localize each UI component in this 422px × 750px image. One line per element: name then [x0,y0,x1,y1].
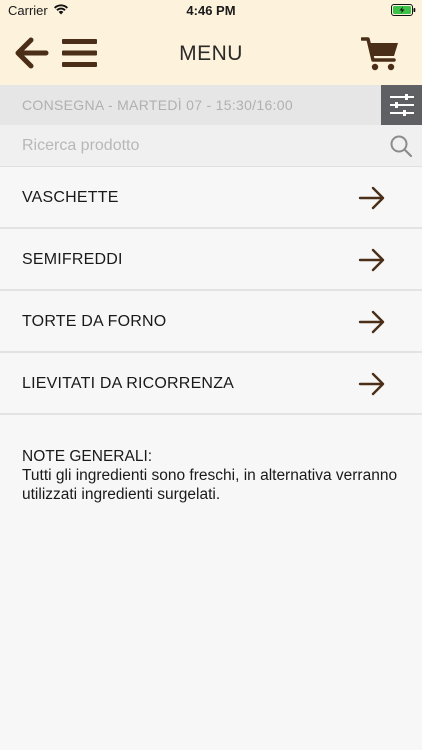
arrow-right-icon [358,372,385,396]
notes-body: Tutti gli ingredienti sono freschi, in a… [22,467,398,503]
category-label: VASCHETTE [22,189,119,206]
cart-icon [360,37,398,71]
arrow-right-icon [358,248,385,272]
navbar: MENU [0,22,422,85]
category-list: VASCHETTE SEMIFREDDI TORTE DA FORNO LIEV… [0,167,422,415]
category-row-vaschette[interactable]: VASCHETTE [0,167,422,229]
status-time: 4:46 PM [186,3,236,18]
sliders-icon [390,94,414,116]
status-bar: Carrier 4:46 PM [0,0,422,22]
cart-button[interactable] [360,36,401,72]
delivery-info: CONSEGNA - MARTEDÌ 07 - 15:30/16:00 [22,97,293,113]
category-label: TORTE DA FORNO [22,313,167,330]
search-icon[interactable] [389,134,413,158]
header: Carrier 4:46 PM MENU [0,0,422,85]
notes-heading: NOTE GENERALI: [22,448,153,465]
back-arrow-icon [15,37,49,69]
battery-icon [391,4,416,19]
category-label: SEMIFREDDI [22,251,123,268]
search-bar [0,125,422,167]
arrow-right-icon [358,186,385,210]
menu-button[interactable] [62,38,98,68]
category-label: LIEVITATI DA RICORRENZA [22,375,235,392]
general-notes: NOTE GENERALI: Tutti gli ingredienti son… [22,447,402,504]
category-row-lievitati-da-ricorrenza[interactable]: LIEVITATI DA RICORRENZA [0,353,422,415]
category-row-torte-da-forno[interactable]: TORTE DA FORNO [0,291,422,353]
search-input[interactable] [22,133,362,159]
delivery-bar[interactable]: CONSEGNA - MARTEDÌ 07 - 15:30/16:00 [0,85,422,125]
back-button[interactable] [15,36,49,70]
category-row-semifreddi[interactable]: SEMIFREDDI [0,229,422,291]
filter-button[interactable] [381,85,422,125]
arrow-right-icon [358,310,385,334]
hamburger-icon [62,39,97,67]
